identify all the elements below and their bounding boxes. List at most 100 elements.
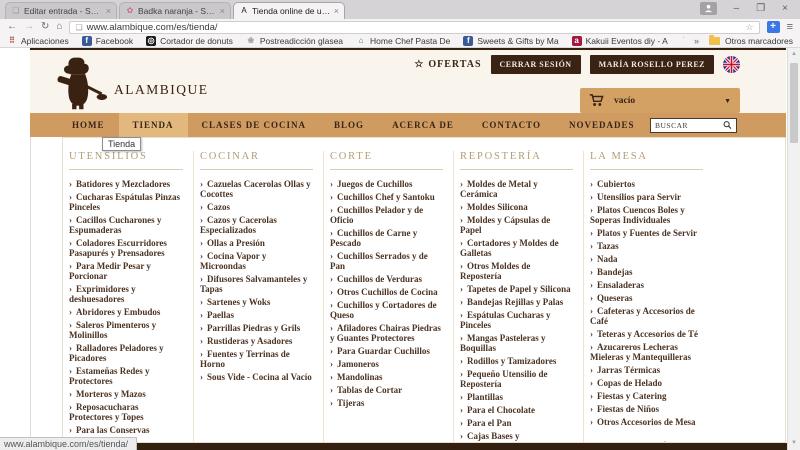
nav-item[interactable]: CONTACTO (468, 113, 555, 137)
menu-item[interactable]: Jamoneros (330, 359, 443, 369)
menu-column-title[interactable]: UTENSILIOS (69, 151, 183, 170)
maximize-button[interactable]: ❐ (756, 3, 765, 14)
menu-item[interactable]: Reposacucharas Protectores y Topes (69, 402, 183, 422)
menu-item[interactable]: Ensaladeras (590, 280, 703, 290)
menu-column-title[interactable]: COCINAR (200, 151, 313, 170)
brand-name[interactable]: ALAMBIQUE (114, 82, 209, 98)
menu-item[interactable]: Tijeras (330, 398, 443, 408)
menu-item[interactable]: Saleros Pimenteros y Molinillos (69, 320, 183, 340)
scrollbar-thumb[interactable] (790, 63, 798, 143)
menu-item[interactable]: Moldes Silicona (460, 202, 573, 212)
menu-item[interactable]: Utensilios para Servir (590, 192, 703, 202)
browser-tab[interactable]: ❏ Editar entrada - Sweets & × (5, 2, 117, 19)
browser-tab[interactable]: ✿ Badka naranja - Sweets & × (119, 2, 231, 19)
browser-tab[interactable]: A Tienda online de utensilio × (233, 2, 345, 19)
uk-flag-icon[interactable] (723, 56, 740, 73)
nav-item[interactable]: HOME (58, 113, 119, 137)
menu-item[interactable]: Cuchillos Chef y Santoku (330, 192, 443, 202)
menu-item[interactable]: Bandejas (590, 267, 703, 277)
menu-item[interactable]: Estameñas Redes y Protectores (69, 366, 183, 386)
menu-item[interactable]: Cortadores y Moldes de Galletas (460, 238, 573, 258)
menu-item[interactable]: Rustideras y Asadores (200, 336, 313, 346)
menu-column-title[interactable]: CORTE (330, 151, 443, 170)
address-bar[interactable]: ❏ www.alambique.com/es/tienda/ ☆ (69, 20, 760, 34)
menu-item[interactable]: Jarras Térmicas (590, 365, 703, 375)
tab-close-icon[interactable]: × (220, 6, 225, 16)
menu-item[interactable]: Batidores y Mezcladores (69, 179, 183, 189)
menu-item[interactable]: Para las Conservas (69, 425, 183, 435)
menu-item[interactable]: Tazas (590, 241, 703, 251)
menu-column-title[interactable]: REPOSTERÍA (460, 151, 573, 170)
menu-item[interactable]: Azucareros Lecheras Mieleras y Mantequil… (590, 342, 703, 362)
menu-item[interactable]: Teteras y Accesorios de Té (590, 329, 703, 339)
menu-item[interactable]: Cacillos Cucharones y Espumaderas (69, 215, 183, 235)
tab-close-icon[interactable]: × (106, 6, 111, 16)
nav-item[interactable]: BLOG (320, 113, 378, 137)
menu-item[interactable]: Pequeño Utensilio de Repostería (460, 369, 573, 389)
bookmark-item[interactable]: f Facebook (81, 36, 133, 46)
alambique-chef-logo[interactable] (52, 55, 108, 111)
menu-item[interactable]: Cuchillos Pelador y de Oficio (330, 205, 443, 225)
menu-item[interactable]: Copas de Helado (590, 378, 703, 388)
bookmarks-overflow-chevron[interactable]: » (694, 36, 699, 46)
menu-item[interactable]: Ralladores Peladores y Picadores (69, 343, 183, 363)
menu-item[interactable]: Queseras (590, 293, 703, 303)
menu-item[interactable]: Plantillas (460, 392, 573, 402)
menu-item[interactable]: Otros Moldes de Repostería (460, 261, 573, 281)
menu-item[interactable]: Cafeteras y Accesorios de Café (590, 306, 703, 326)
scroll-down-icon[interactable]: ▼ (788, 437, 800, 450)
bookmark-item[interactable]: T Sweetapolita - azuca (681, 36, 684, 46)
bookmark-item[interactable]: ⠿ Aplicaciones (7, 36, 69, 46)
search-box[interactable] (650, 117, 737, 133)
menu-item[interactable]: Paellas (200, 310, 313, 320)
chrome-menu-button[interactable]: ≡ (787, 21, 793, 33)
menu-item[interactable]: Otros Accesorios de Mesa (590, 417, 703, 427)
ofertas-link[interactable]: ☆ OFERTAS (414, 59, 481, 70)
nav-item[interactable]: NOVEDADES (555, 113, 649, 137)
menu-item[interactable]: Cazos y Cacerolas Especializados (200, 215, 313, 235)
menu-item[interactable]: Cuchillos de Verduras (330, 274, 443, 284)
menu-item[interactable]: Platos Cuencos Boles y Soperas Individua… (590, 205, 703, 225)
search-input[interactable] (655, 120, 724, 130)
menu-item[interactable]: Tablas de Cortar (330, 385, 443, 395)
tab-close-icon[interactable]: × (334, 6, 339, 16)
menu-item[interactable]: Para el Pan (460, 418, 573, 428)
bookmark-item[interactable]: ❀ Postreadicción glasea (246, 36, 344, 46)
profile-avatar[interactable] (699, 2, 717, 15)
menu-item[interactable]: Fuentes y Terrinas de Horno (200, 349, 313, 369)
menu-item[interactable]: Cazos (200, 202, 313, 212)
logout-button[interactable]: CERRAR SESIÓN (490, 55, 581, 74)
menu-item[interactable]: Cajas Bases y Transportadores (460, 431, 573, 442)
menu-item[interactable]: Cuchillos de Carne y Pescado (330, 228, 443, 248)
extension-plus-button[interactable]: + (766, 21, 780, 33)
minimize-button[interactable]: – (734, 3, 740, 14)
user-account-button[interactable]: MARÍA ROSELLO PEREZ (589, 55, 714, 74)
scroll-up-icon[interactable]: ▲ (788, 48, 800, 61)
menu-item[interactable]: Para el Chocolate (460, 405, 573, 415)
other-bookmarks-folder[interactable]: Otros marcadores (708, 35, 793, 46)
menu-column-title[interactable]: LA MESA (590, 151, 703, 170)
back-button[interactable]: ← (7, 22, 17, 32)
menu-item[interactable]: Juegos de Cuchillos (330, 179, 443, 189)
menu-item[interactable]: Rodillos y Tamizadores (460, 356, 573, 366)
bookmark-item[interactable]: ⌂ Home Chef Pasta De (356, 36, 451, 46)
search-icon[interactable] (723, 120, 732, 130)
menu-item[interactable]: Afiladores Chairas Piedras y Guantes Pro… (330, 323, 443, 343)
menu-item[interactable]: Moldes y Cápsulas de Papel (460, 215, 573, 235)
cart-dropdown[interactable]: vacío ▼ (580, 88, 740, 113)
bookmark-item[interactable]: f Sweets & Gifts by Ma (463, 36, 559, 46)
menu-item[interactable]: Coladores Escurridores Pasapurés y Prens… (69, 238, 183, 258)
menu-item[interactable]: Cucharas Espátulas Pinzas Pinceles (69, 192, 183, 212)
close-window-button[interactable]: × (782, 3, 788, 14)
menu-item[interactable]: Otros Cuchillos de Cocina (330, 287, 443, 297)
nav-item[interactable]: TIENDA (118, 113, 188, 137)
menu-item[interactable]: Fiestas y Catering (590, 391, 703, 401)
reload-button[interactable]: ↻ (41, 22, 49, 32)
bookmark-star-icon[interactable]: ☆ (746, 22, 754, 33)
menu-item[interactable]: Sous Vide - Cocina al Vacío (200, 372, 313, 382)
menu-item[interactable]: Parrillas Piedras y Grils (200, 323, 313, 333)
menu-item[interactable]: Exprimidores y deshuesadores (69, 284, 183, 304)
nav-item[interactable]: ACERCA DE (378, 113, 468, 137)
menu-item[interactable]: Cuchillos Serrados y de Pan (330, 251, 443, 271)
menu-item[interactable]: Para Guardar Cuchillos (330, 346, 443, 356)
